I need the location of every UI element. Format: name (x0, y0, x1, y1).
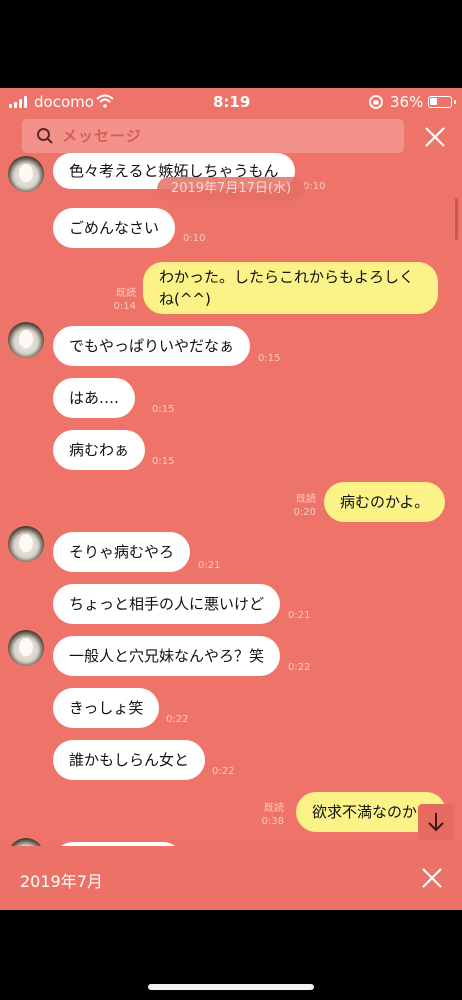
message-time: 0:15 (152, 404, 175, 415)
message-bubble: 誰かもしらん女と (53, 740, 206, 780)
message-bubble: はあ‥‥ (53, 378, 136, 418)
carrier-name: docomo (34, 93, 94, 111)
read-receipt: 既読 (264, 803, 284, 814)
read-receipt: 既読 (116, 288, 136, 299)
top-bezel (0, 0, 462, 88)
message-bubble: 病むのかよ。 (324, 482, 446, 522)
message-bubble: わかった。したらこれからもよろしくね(^^) (143, 262, 438, 314)
search-icon (37, 128, 53, 144)
arrow-down-icon (428, 813, 444, 832)
avatar[interactable] (8, 630, 44, 666)
clock: 8:19 (213, 93, 251, 111)
read-receipt: 既読 (296, 494, 316, 505)
message-time: 0:22 (166, 714, 189, 725)
avatar[interactable] (8, 322, 44, 358)
scroll-down-button[interactable] (418, 804, 454, 840)
message-time: 0:15 (258, 353, 281, 364)
chat-screen: 色々考えると嫉妬しちゃうもん 0:10 2019年7月17日(水) ごめんなさい… (0, 88, 462, 910)
message-bubble: 一般人と穴兄妹なんやろ？笑 (53, 636, 281, 676)
message-time: 0:10 (303, 181, 326, 192)
date-badge: 2019年7月17日(水) (157, 177, 305, 201)
status-bar: docomo 8:19 36% (0, 88, 462, 116)
message-bubble: きっしょ笑 (53, 688, 160, 728)
message-time: 0:20 (293, 507, 316, 518)
close-date-bar-button[interactable] (420, 866, 444, 890)
message-time: 0:21 (288, 610, 311, 621)
search-placeholder: メッセージ (62, 127, 142, 145)
message-time: 0:10 (183, 233, 206, 244)
message-time: 0:15 (152, 456, 175, 467)
battery-icon (428, 96, 456, 108)
message-time: 0:22 (288, 662, 311, 673)
message-time: 0:21 (198, 560, 221, 571)
message-bubble: でもやっぱりいやだなぁ (53, 326, 251, 366)
scrollbar[interactable] (455, 198, 458, 240)
close-search-button[interactable] (422, 124, 448, 150)
wifi-icon (96, 94, 114, 108)
message-bubble: ごめんなさい (53, 208, 176, 248)
battery-percentage: 36% (390, 93, 424, 111)
message-bubble: 病むわぁ (53, 430, 146, 470)
message-list[interactable]: 色々考えると嫉妬しちゃうもん 0:10 2019年7月17日(水) ごめんなさい… (0, 88, 462, 910)
message-time: 0:22 (212, 766, 235, 777)
search-input[interactable]: メッセージ (22, 119, 404, 153)
home-indicator[interactable] (148, 984, 314, 990)
rotation-lock-icon (369, 95, 383, 109)
signal-icon (9, 96, 27, 108)
message-bubble: そりゃ病むやろ (53, 532, 191, 572)
message-bubble: ちょっと相手の人に悪いけど (53, 584, 281, 624)
avatar[interactable] (8, 156, 44, 192)
message-time: 0:38 (261, 816, 284, 827)
month-label[interactable]: 2019年7月 (20, 868, 103, 892)
avatar[interactable] (8, 526, 44, 562)
message-time: 0:14 (113, 301, 136, 312)
date-filter-bar: 2019年7月 (0, 846, 462, 910)
